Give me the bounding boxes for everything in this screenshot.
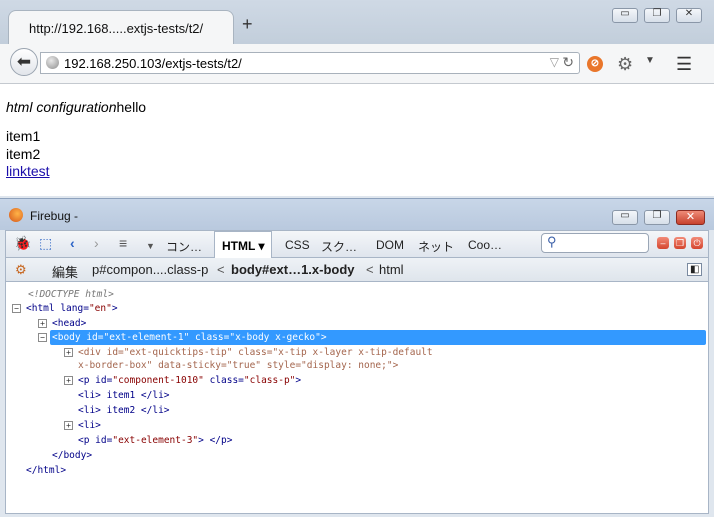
tree-row[interactable]: <li> item2 </li> — [6, 403, 706, 418]
body-close-node[interactable]: </body> — [52, 448, 92, 463]
inspect-icon[interactable]: ⬚ — [39, 236, 52, 250]
close-icon: ✕ — [684, 8, 694, 19]
expand-icon[interactable]: + — [38, 319, 47, 328]
firebug-options-icon[interactable]: ⚙ — [15, 262, 27, 278]
firebug-panel: Firebug - ▭ ❐ ✕ 🐞 ⬚ ‹ › ≡ ▼ コン… HTML ▾ C… — [0, 198, 714, 517]
expand-icon[interactable]: + — [64, 348, 73, 357]
quicktips-div-node-cont: x-border-box" data-sticky="true" style="… — [78, 360, 399, 371]
edit-button[interactable]: 編集 — [52, 262, 78, 281]
firebug-toolbar: 🐞 ⬚ ‹ › ≡ ▼ コン… HTML ▾ CSS スク… DOM ネット C… — [5, 230, 709, 258]
html-close-node[interactable]: </html> — [26, 463, 66, 478]
restore-icon: ❐ — [652, 8, 662, 19]
tree-row[interactable]: </html> — [6, 463, 706, 478]
doctype: <!DOCTYPE html> — [28, 289, 114, 300]
panel-dropdown-icon[interactable]: ▼ — [146, 239, 155, 253]
breadcrumb-item[interactable]: html — [379, 262, 404, 277]
head-node[interactable]: <head> — [52, 316, 86, 331]
firebug-detach-icon[interactable]: ❐ — [674, 237, 686, 249]
url-text: 192.168.250.103/extjs-tests/t2/ — [64, 56, 242, 71]
tab-title: http://192.168.....extjs-tests/t2/ — [29, 21, 204, 36]
navigation-bar: 192.168.250.103/extjs-tests/t2/ ▽ ↻ ⬅ ⊘ … — [0, 44, 714, 84]
p-node[interactable]: <p id="ext-element-3"> </p> — [78, 433, 232, 448]
list-item: item2 — [6, 146, 41, 162]
tab-script[interactable]: スク… — [321, 238, 357, 255]
linktest-link[interactable]: linktest — [6, 163, 50, 179]
breadcrumb: ⚙ 編集 p#compon....class-p < body#ext…1.x-… — [5, 258, 709, 282]
panel-list-icon[interactable]: ≡ — [119, 236, 127, 250]
back-arrow-icon: ⬅ — [16, 52, 32, 71]
restore-icon: ❐ — [652, 210, 662, 221]
close-icon: ✕ — [685, 211, 696, 223]
page-content: html configurationhello item1 item2 link… — [0, 84, 714, 196]
tree-row[interactable]: + <li> — [6, 418, 706, 433]
firebug-minimize-button[interactable]: ▭ — [612, 210, 638, 225]
back-icon[interactable]: ‹ — [70, 236, 75, 250]
hamburger-menu-icon[interactable]: ☰ — [676, 55, 692, 73]
tree-row-selected[interactable]: <body id="ext-element-1" class="x-body x… — [50, 330, 706, 345]
firebug-logo-icon — [9, 208, 23, 222]
browser-title-bar: http://192.168.....extjs-tests/t2/ + ▭ ❐… — [0, 0, 714, 44]
restore-button[interactable]: ❐ — [644, 8, 670, 23]
tree-row: x-border-box" data-sticky="true" style="… — [6, 358, 706, 373]
firebug-title: Firebug - — [30, 209, 79, 223]
tree-row: <!DOCTYPE html> — [6, 287, 706, 302]
li-node[interactable]: <li> item2 </li> — [78, 403, 170, 418]
firebug-close-button[interactable]: ✕ — [676, 210, 705, 225]
firebug-restore-button[interactable]: ❐ — [644, 210, 670, 225]
minimize-button[interactable]: ▭ — [612, 8, 638, 23]
minimize-icon: ▭ — [620, 8, 630, 19]
body-node[interactable]: <body id="ext-element-1" class="x-body x… — [52, 330, 327, 345]
tab-net[interactable]: ネット — [418, 238, 454, 255]
search-icon: ⚲ — [547, 234, 557, 249]
noscript-icon[interactable]: ⊘ — [587, 56, 603, 72]
tab-cookies[interactable]: Coo… — [468, 238, 502, 252]
expand-icon[interactable]: + — [64, 421, 73, 430]
reload-icon[interactable]: ↻ — [562, 54, 574, 71]
tree-row[interactable]: <p id="ext-element-3"> </p> — [6, 433, 706, 448]
tree-row[interactable]: + <p id="component-1010" class="class-p"… — [6, 373, 706, 388]
firebug-power-icon[interactable]: ⏻ — [691, 237, 703, 249]
url-bar[interactable]: 192.168.250.103/extjs-tests/t2/ ▽ ↻ — [40, 52, 580, 74]
tree-row[interactable]: + <head> — [6, 316, 706, 331]
browser-tab[interactable]: http://192.168.....extjs-tests/t2/ — [8, 10, 234, 44]
breadcrumb-item[interactable]: p#compon....class-p — [92, 262, 208, 277]
tab-html-label: HTML ▾ — [222, 239, 265, 253]
config-line: html configurationhello — [6, 99, 146, 115]
tab-dom[interactable]: DOM — [376, 238, 404, 252]
list-item: item1 — [6, 128, 41, 144]
gear-icon[interactable]: ⚙ — [617, 55, 635, 73]
breadcrumb-item[interactable]: body#ext…1.x-body — [231, 262, 355, 277]
config-italic: html configuration — [6, 99, 117, 115]
html-tree: <!DOCTYPE html> − <html lang="en"> + <he… — [5, 282, 709, 514]
tree-row[interactable]: <li> item1 </li> — [6, 388, 706, 403]
firebug-minimize-icon[interactable]: – — [657, 237, 669, 249]
dropdown-icon[interactable]: ▼ — [645, 55, 655, 66]
collapse-icon[interactable]: − — [38, 333, 47, 342]
tree-row[interactable]: </body> — [6, 448, 706, 463]
side-panel-toggle-icon[interactable]: ◧ — [687, 263, 703, 276]
html-node[interactable]: <html lang="en"> — [26, 301, 118, 316]
li-node[interactable]: <li> item1 </li> — [78, 388, 170, 403]
back-button[interactable]: ⬅ — [10, 48, 38, 76]
firebug-title-bar: Firebug - ▭ ❐ ✕ — [0, 198, 714, 230]
firebug-menu-icon[interactable]: 🐞 — [14, 236, 31, 250]
collapse-icon[interactable]: − — [12, 304, 21, 313]
new-tab-button[interactable]: + — [242, 15, 253, 33]
config-text: hello — [116, 99, 147, 115]
tab-html[interactable]: HTML ▾ — [214, 231, 272, 258]
li-node[interactable]: <li> — [78, 418, 101, 433]
close-window-button[interactable]: ✕ — [676, 8, 702, 23]
breadcrumb-separator: < — [366, 262, 374, 277]
url-history-arrow-icon[interactable]: ▽ — [550, 55, 559, 69]
tree-row[interactable]: − <html lang="en"> — [6, 301, 706, 316]
tab-css[interactable]: CSS — [285, 238, 310, 252]
firebug-search-input[interactable]: ⚲ — [541, 233, 649, 253]
p-node[interactable]: <p id="component-1010" class="class-p"> — [78, 373, 301, 388]
tab-console[interactable]: コン… — [166, 238, 202, 255]
forward-icon[interactable]: › — [94, 236, 99, 250]
minimize-icon: ▭ — [620, 210, 630, 221]
breadcrumb-separator: < — [217, 262, 225, 277]
expand-icon[interactable]: + — [64, 376, 73, 385]
globe-icon — [46, 56, 59, 69]
